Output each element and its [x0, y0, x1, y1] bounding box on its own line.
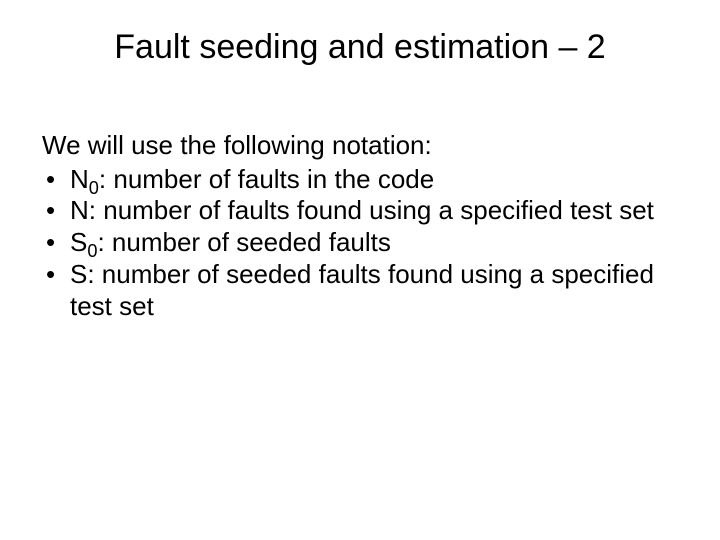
term-description: : number of faults in the code	[99, 164, 434, 194]
bullet-icon: •	[46, 195, 55, 227]
bullet-icon: •	[46, 164, 55, 196]
list-item: • S0: number of seeded faults	[42, 227, 678, 259]
slide: Fault seeding and estimation – 2 We will…	[0, 0, 720, 540]
slide-body: We will use the following notation: • N0…	[42, 130, 678, 322]
list-item: • S: number of seeded faults found using…	[42, 259, 678, 322]
term-symbol: N	[70, 164, 89, 194]
bullet-list: • N0: number of faults in the code • N: …	[42, 164, 678, 323]
bullet-icon: •	[46, 227, 55, 259]
term-symbol: S	[70, 259, 87, 289]
term-symbol: N	[70, 195, 89, 225]
slide-title: Fault seeding and estimation – 2	[0, 28, 720, 67]
term-description: : number of seeded faults found using a …	[70, 259, 654, 321]
bullet-icon: •	[46, 259, 55, 291]
list-item: • N: number of faults found using a spec…	[42, 195, 678, 227]
intro-text: We will use the following notation:	[42, 130, 678, 162]
term-description: : number of seeded faults	[97, 227, 390, 257]
list-item: • N0: number of faults in the code	[42, 164, 678, 196]
term-description: : number of faults found using a specifi…	[89, 195, 654, 225]
term-symbol: S	[70, 227, 87, 257]
